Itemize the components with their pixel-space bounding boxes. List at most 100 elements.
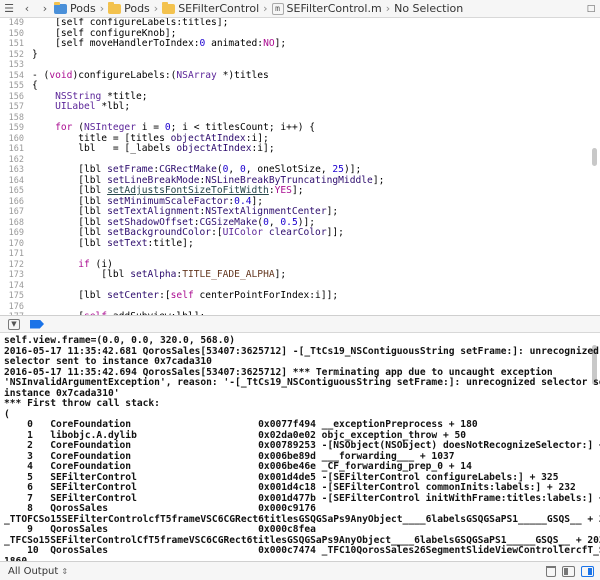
- line-number: 171: [8, 249, 24, 259]
- jump-bar: ☰ ‹ › Pods › Pods › SEFilterControl › m …: [0, 0, 600, 18]
- output-filter-label: All Output: [8, 565, 59, 577]
- code-token: void: [49, 69, 73, 81]
- line-number: 151: [8, 39, 24, 49]
- breadcrumb-pods-folder[interactable]: Pods: [108, 1, 150, 15]
- code-token: :i];: [245, 132, 269, 144]
- code-token: [lbl: [32, 216, 108, 228]
- breadcrumb-label: No Selection: [394, 2, 464, 15]
- console-bottom-bar: All Output ⇕: [0, 561, 600, 580]
- code-token: setAlpha: [130, 269, 177, 280]
- code-token: (i): [89, 258, 113, 270]
- related-items-icon[interactable]: ☰: [0, 0, 18, 18]
- code-line[interactable]: 151 [self moveHandlerToIndex:0 animated:…: [0, 38, 600, 50]
- line-number: 174: [8, 280, 24, 291]
- console-output[interactable]: self.view.frame=(0.0, 0.0, 320.0, 568.0)…: [0, 333, 600, 561]
- trash-icon[interactable]: [546, 565, 556, 577]
- code-line[interactable]: 152}: [0, 49, 600, 61]
- code-token: )];: [343, 164, 362, 175]
- line-number: 153: [8, 60, 24, 70]
- console-line: 'NSInvalidArgumentException', reason: '-…: [4, 377, 600, 388]
- code-text: [lbl setAlpha:TITLE_FADE_ALPHA];: [32, 269, 286, 281]
- hide-debug-area-icon[interactable]: ▼: [8, 318, 20, 330]
- code-token: setMinimumScaleFactor: [107, 195, 229, 207]
- code-token: *title;: [101, 90, 148, 102]
- line-number: 164: [8, 175, 24, 186]
- breadcrumb-file[interactable]: m SEFilterControl.m: [271, 2, 382, 15]
- code-text: - (void)configureLabels:(NSArray *)title…: [32, 69, 269, 82]
- debug-bar: ▼: [0, 315, 600, 333]
- variables-view-toggle-icon[interactable]: [562, 565, 575, 577]
- code-token: [lbl: [32, 237, 108, 249]
- code-token: setCenter: [107, 290, 160, 301]
- add-editor-icon[interactable]: □: [582, 0, 600, 18]
- code-text: [lbl setText:title];: [32, 237, 194, 250]
- code-line[interactable]: 154 - (void)configureLabels:(NSArray *)ti…: [0, 69, 600, 82]
- breakpoints-toggle-icon[interactable]: [30, 319, 44, 329]
- code-token: :[: [211, 227, 223, 238]
- code-token: 0.4: [234, 195, 252, 207]
- code-line[interactable]: 173 [lbl setAlpha:TITLE_FADE_ALPHA];: [0, 269, 600, 281]
- line-number: 162: [8, 154, 24, 165]
- code-token: setShadowOffset: [107, 216, 194, 228]
- line-number: 166: [8, 196, 24, 207]
- forward-button[interactable]: ›: [36, 0, 54, 18]
- breadcrumb-sefiltercontrol-folder[interactable]: SEFilterControl: [162, 1, 259, 15]
- code-token: :[: [159, 290, 171, 301]
- code-token: UIColor: [222, 227, 264, 238]
- line-number: 155: [8, 81, 24, 91]
- code-line[interactable]: 161 lbl = [_labels objectAtIndex:i];: [0, 143, 600, 155]
- code-token: objectAtIndex: [176, 143, 252, 154]
- code-token: [self configureKnob];: [32, 27, 177, 39]
- code-token: NSTextAlignmentCenter: [205, 206, 327, 217]
- line-number: 172: [8, 259, 24, 270]
- code-token: ];: [291, 185, 304, 196]
- folder-icon: [162, 1, 176, 14]
- code-token: if: [78, 258, 90, 270]
- code-line[interactable]: 170 [lbl setText:title];: [0, 237, 600, 250]
- code-token: title = [titles: [32, 132, 171, 144]
- code-token: NSInteger: [84, 122, 136, 133]
- line-number: 169: [8, 228, 24, 238]
- code-line[interactable]: 157 UILabel *lbl;: [0, 101, 600, 113]
- chevron-right-icon: ›: [153, 2, 159, 15]
- code-token: (: [72, 122, 84, 133]
- code-token: ]];: [326, 227, 344, 238]
- code-token: animated:: [205, 38, 264, 49]
- source-editor[interactable]: 149 [self configureLabels:titles]; 150 [s…: [0, 18, 600, 315]
- code-token: :i];: [251, 143, 275, 154]
- code-text: lbl = [_labels objectAtIndex:i];: [32, 143, 275, 155]
- code-token: ];: [372, 174, 385, 186]
- output-filter-select[interactable]: All Output ⇕: [8, 566, 68, 577]
- code-token: )];: [297, 216, 316, 228]
- code-token: [self configureLabels:titles];: [32, 18, 229, 28]
- breadcrumb-label: Pods: [124, 2, 150, 15]
- back-button[interactable]: ‹: [18, 0, 36, 18]
- code-token: setText: [107, 237, 148, 249]
- code-token: )configureLabels:(: [72, 69, 177, 81]
- line-number: 175: [8, 291, 24, 301]
- breadcrumb-selection[interactable]: No Selection: [394, 2, 463, 15]
- breadcrumb-label: SEFilterControl.m: [286, 2, 382, 15]
- console-view-toggle-icon[interactable]: [581, 565, 594, 577]
- code-token: [self moveHandlerToIndex:: [32, 38, 200, 49]
- code-token: TITLE_FADE_ALPHA: [182, 269, 275, 280]
- code-token: UILabel: [55, 101, 96, 112]
- code-token: ];: [274, 38, 287, 49]
- console-line: 4 CoreFoundation 0x006be46e _CF_forwardi…: [4, 461, 472, 472]
- console-line: selector sent to instance 0x7cada310: [4, 356, 212, 367]
- code-token: setFrame: [107, 164, 154, 175]
- code-token: *)titles: [216, 69, 269, 81]
- code-token: :title];: [147, 237, 194, 249]
- line-number: 165: [8, 186, 24, 196]
- code-line[interactable]: 175 [lbl setCenter:[self centerPointForI…: [0, 290, 600, 302]
- line-number: 156: [8, 91, 24, 102]
- line-number: 150: [8, 28, 24, 39]
- console-line: *** First throw call stack:: [4, 398, 160, 409]
- breadcrumb-pods-project[interactable]: Pods: [54, 1, 96, 15]
- console-line: 6 SEFilterControl 0x001d4c18 -[SEFilterC…: [4, 482, 576, 493]
- chevron-right-icon: ›: [99, 2, 105, 15]
- code-token: NO: [263, 38, 275, 49]
- code-token: self: [170, 290, 194, 301]
- code-token: 25: [332, 164, 344, 175]
